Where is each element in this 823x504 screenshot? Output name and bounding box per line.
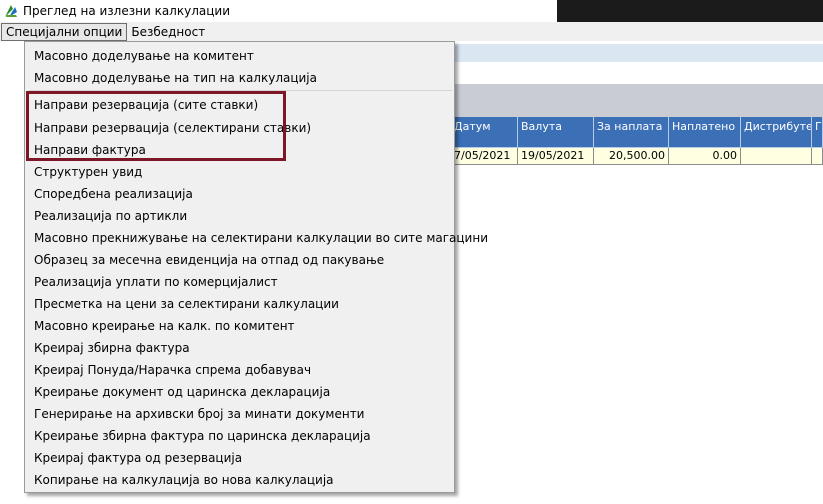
menu-item-invoice-from-reservation[interactable]: Креирај фактура од резервација [34, 447, 242, 469]
grid-header: Датум Валута За наплата Наплатено Дистри… [451, 117, 823, 148]
menu-item-customs-document[interactable]: Креирање документ од царинска декларациј… [34, 381, 330, 403]
title-bar-dark-area [557, 0, 823, 22]
cell-date[interactable]: 7/05/2021 [451, 148, 518, 165]
menu-security[interactable]: Безбедност [127, 23, 209, 41]
menu-item-copy-calculation[interactable]: Копирање на калкулација во нова калкулац… [34, 469, 334, 491]
window-title: Преглед на излезни калкулации [23, 4, 230, 18]
menu-item-assign-calc-type[interactable]: Масовно доделување на тип на калкулација [34, 67, 317, 89]
cell-currency[interactable]: 19/05/2021 [518, 148, 594, 165]
cell-group[interactable] [812, 148, 823, 165]
menu-item-supplier-order[interactable]: Креирај Понуда/Нарачка спрема добавувач [34, 359, 311, 381]
menu-item-customs-collective-invoice[interactable]: Креирање збирна фактура по царинска декл… [34, 425, 371, 447]
filter-band [455, 84, 823, 118]
menu-item-realization-by-article[interactable]: Реализација по артикли [34, 205, 187, 227]
menu-item-price-calculation[interactable]: Пресметка на цени за селектирани калкула… [34, 293, 339, 315]
title-bar: Преглед на излезни калкулации [0, 0, 823, 22]
menu-item-mass-rebook[interactable]: Масовно прекнижување на селектирани калк… [34, 227, 488, 249]
menu-item-waste-form[interactable]: Образец за месечна евиденција на отпад о… [34, 249, 384, 271]
cell-distributor[interactable] [741, 148, 812, 165]
menu-item-mass-create-calc[interactable]: Масовно креирање на калк. по комитент [34, 315, 295, 337]
menu-item-payments-by-sales[interactable]: Реализација уплати по комерцијалист [34, 271, 278, 293]
highlight-annotation-box [26, 91, 286, 161]
menu-item-collective-invoice[interactable]: Креирај збирна фактура [34, 337, 190, 359]
col-group[interactable]: Гр [812, 117, 823, 148]
col-currency[interactable]: Валута [518, 117, 594, 148]
menu-bar: Специјални опции Безбедност [0, 22, 823, 41]
menu-item-comparative-realization[interactable]: Споредбена реализација [34, 183, 193, 205]
table-row[interactable]: 7/05/2021 19/05/2021 20,500.00 0.00 [451, 148, 823, 165]
col-distributor[interactable]: Дистрибутер [741, 117, 812, 148]
menu-item-assign-client[interactable]: Масовно доделување на комитент [34, 45, 254, 67]
menu-special-options[interactable]: Специјални опции [1, 22, 128, 41]
col-date[interactable]: Датум [451, 117, 518, 148]
cell-paid[interactable]: 0.00 [669, 148, 741, 165]
menu-item-structural-view[interactable]: Структурен увид [34, 161, 142, 183]
cell-to-pay[interactable]: 20,500.00 [594, 148, 669, 165]
col-to-pay[interactable]: За наплата [594, 117, 669, 148]
menu-item-archive-number[interactable]: Генерирање на архивски број за минати до… [34, 403, 364, 425]
toolbar-band [455, 44, 823, 62]
app-logo-icon [3, 3, 19, 19]
col-paid[interactable]: Наплатено [669, 117, 741, 148]
